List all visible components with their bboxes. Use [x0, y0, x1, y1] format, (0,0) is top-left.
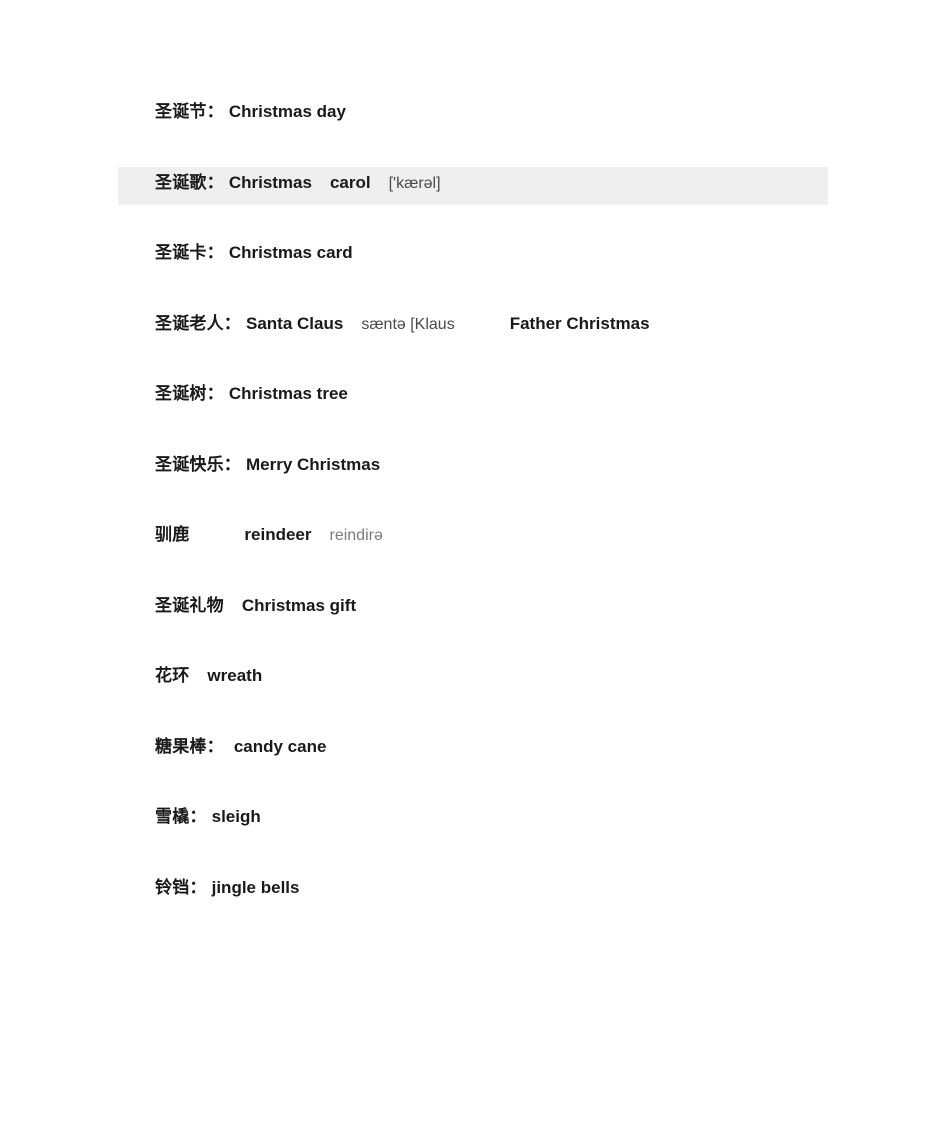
vocabulary-list: 圣诞节： Christmas day 圣诞歌： Christmas carol … — [0, 95, 945, 941]
term-english: wreath — [207, 666, 263, 685]
term-english-secondary: carol — [329, 172, 371, 192]
term-english: sleigh — [211, 807, 261, 826]
vocab-row[interactable]: 雪橇： sleigh — [0, 800, 945, 871]
term-english: reindeer — [244, 525, 312, 544]
vocab-row-highlighted[interactable]: 圣诞歌： Christmas carol ['kærəl] — [0, 166, 945, 237]
vocab-row[interactable]: 圣诞礼物 Christmas gift — [0, 589, 945, 660]
term-chinese: 圣诞卡： — [155, 243, 224, 262]
vocab-row[interactable]: 圣诞快乐： Merry Christmas — [0, 448, 945, 519]
vocab-row[interactable]: 圣诞老人： Santa Claus sæntə [Klaus Father Ch… — [0, 307, 945, 378]
term-chinese: 雪橇： — [155, 807, 207, 826]
term-english: Merry Christmas — [246, 454, 381, 474]
term-chinese: 驯鹿 — [155, 525, 190, 544]
document-page: 圣诞节： Christmas day 圣诞歌： Christmas carol … — [0, 0, 945, 1123]
vocab-row[interactable]: 糖果棒： candy cane — [0, 730, 945, 801]
term-chinese: 铃铛： — [155, 877, 207, 897]
term-chinese: 圣诞礼物 — [155, 595, 224, 615]
term-english: candy cane — [233, 736, 327, 756]
term-english-alternate: Father Christmas — [509, 313, 650, 333]
term-english: Santa Claus — [246, 313, 344, 333]
term-phonetic: sæntə [Klaus — [361, 315, 455, 333]
vocab-row[interactable]: 圣诞节： Christmas day — [0, 95, 945, 166]
term-english: Christmas gift — [241, 595, 357, 615]
term-phonetic: reindirə — [329, 527, 383, 544]
term-english: Christmas card — [228, 243, 353, 262]
term-chinese: 花环 — [155, 666, 190, 685]
vocab-row[interactable]: 驯鹿 reindeer reindirə — [0, 518, 945, 589]
term-chinese: 圣诞快乐： — [155, 454, 241, 474]
term-english: Christmas tree — [228, 384, 348, 403]
term-chinese: 圣诞节： — [155, 102, 224, 121]
term-chinese: 糖果棒： — [155, 736, 224, 756]
term-english: Christmas day — [228, 102, 346, 121]
vocab-row[interactable]: 圣诞树： Christmas tree — [0, 377, 945, 448]
vocab-row[interactable]: 花环 wreath — [0, 659, 945, 730]
term-english: jingle bells — [211, 877, 300, 897]
term-chinese: 圣诞老人： — [155, 313, 241, 333]
term-chinese: 圣诞歌： — [155, 172, 224, 192]
vocab-row[interactable]: 圣诞卡： Christmas card — [0, 236, 945, 307]
term-english: Christmas — [228, 172, 312, 192]
vocab-row[interactable]: 铃铛： jingle bells — [0, 871, 945, 942]
term-phonetic: ['kærəl] — [388, 174, 441, 192]
term-chinese: 圣诞树： — [155, 384, 224, 403]
